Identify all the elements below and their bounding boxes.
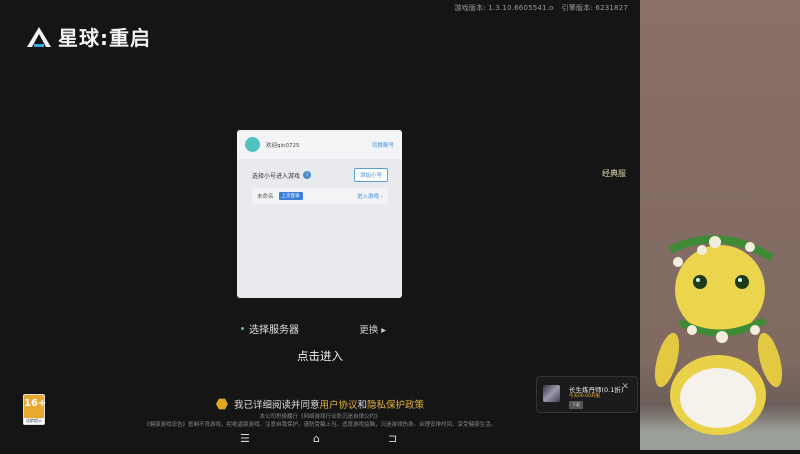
toast-download-button[interactable]: 下载 — [569, 401, 583, 409]
info-icon[interactable]: i — [303, 171, 312, 179]
classic-server-tab[interactable]: 经典服 — [602, 168, 626, 179]
server-label: 选择服务器 — [249, 325, 299, 336]
game-promo-toast[interactable]: 长生炼丹师(0.1折) 今天00:00开服 下载 ✕ — [536, 376, 638, 413]
login-card: 欢迎qin0725 切换账号 选择小号进入游戏 i 添加小号 未命名 上次登录 … — [237, 130, 402, 298]
welcome-text: 欢迎qin0725 — [266, 142, 300, 149]
logo-text: 星球:重启 — [58, 26, 151, 50]
account-name: 未命名 — [257, 194, 274, 200]
enter-game-link[interactable]: 进入游戏 › — [357, 192, 383, 200]
pick-account-label: 选择小号进入游戏 — [252, 172, 301, 180]
game-version: 游戏版本: 1.3.10.6605541.o — [454, 4, 554, 12]
version-info: 游戏版本: 1.3.10.6605541.o 引擎版本: 6231827 — [446, 3, 628, 13]
add-sub-account-button[interactable]: 添加小号 — [353, 168, 388, 182]
age-rating-label: 适龄提示 — [24, 418, 44, 424]
user-agreement-link[interactable]: 用户协议 — [319, 397, 357, 411]
agreement-and: 和 — [357, 400, 368, 411]
agreement-text: 我已详细阅读并同意 — [233, 400, 320, 411]
change-server-button[interactable]: 更换 ▸ — [359, 322, 386, 336]
character-showcase — [640, 0, 800, 450]
server-selector[interactable]: 选择服务器 更换 ▸ — [241, 321, 386, 336]
game-thumbnail — [543, 385, 560, 402]
toast-subtitle: 今天00:00开服 — [569, 394, 600, 399]
server-status-dot — [241, 327, 244, 330]
avatar — [245, 137, 260, 152]
agreement-checkbox[interactable] — [215, 398, 228, 410]
mascot-character-image — [654, 235, 783, 435]
tap-to-enter-button[interactable]: 点击进入 — [0, 348, 640, 364]
home-icon[interactable]: ⌂ — [313, 432, 320, 445]
age-rating-badge[interactable]: 16+ 适龄提示 — [23, 394, 47, 425]
game-logo: 星球:重启 — [26, 22, 151, 51]
legal-line-1: 本公司积极履行《网络游戏行业防沉迷自律公约》 — [259, 414, 381, 420]
switch-account-link[interactable]: 切换账号 — [372, 141, 394, 149]
last-used-badge: 上次登录 — [278, 192, 303, 200]
logo-mark-icon — [27, 26, 51, 47]
game-login-screen: 游戏版本: 1.3.10.6605541.o 引擎版本: 6231827 星球:重… — [0, 0, 640, 450]
engine-version: 引擎版本: 6231827 — [561, 4, 628, 12]
age-rating: 16+ — [24, 398, 47, 409]
legal-line-2: 《健康游戏忠告》抵制不良游戏，拒绝盗版游戏。注意自我保护，谨防受骗上当。适度游戏… — [143, 422, 496, 428]
privacy-policy-link[interactable]: 隐私保护政策 — [367, 397, 424, 411]
menu-icon[interactable]: ☰ — [240, 432, 250, 445]
back-icon[interactable]: ⊐ — [388, 432, 397, 445]
account-row[interactable]: 未命名 上次登录 进入游戏 › — [252, 188, 388, 204]
close-icon[interactable]: ✕ — [621, 382, 629, 392]
